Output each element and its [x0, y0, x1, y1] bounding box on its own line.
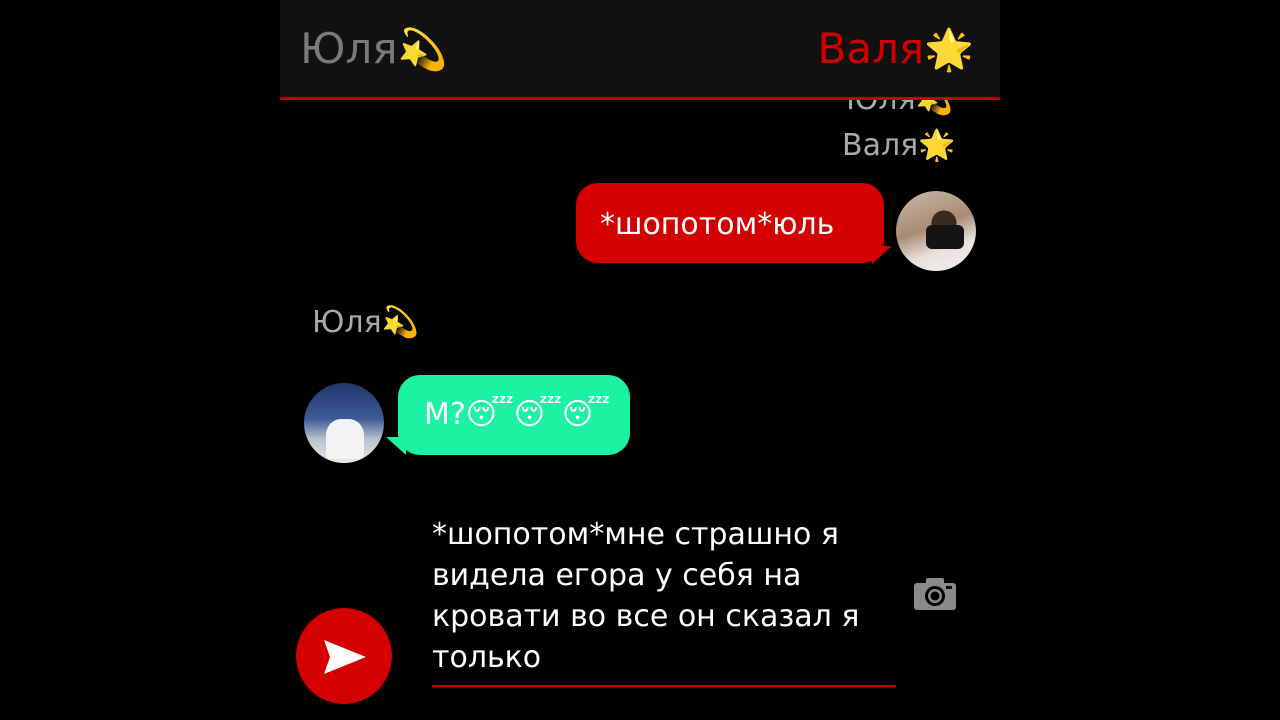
message-text: М?😴😴😴: [424, 397, 611, 432]
avatar-figure: [326, 419, 364, 459]
dizzy-star-icon: 💫: [381, 305, 419, 340]
message-bubble-julia[interactable]: М?😴😴😴: [398, 375, 630, 455]
sender-name: Валя: [842, 128, 919, 163]
avatar-julia[interactable]: [304, 383, 384, 463]
tab-julia[interactable]: Юля💫: [300, 24, 447, 75]
input-underline: [432, 685, 896, 687]
message-bubble-valya[interactable]: *шопотом*юль: [576, 183, 884, 263]
send-arrow-icon: [324, 640, 366, 674]
chat-app: Юля💫 Юля💫 Валя🌟 Валя🌟 *шопотом*юль Юля💫 …: [280, 0, 1000, 720]
avatar-figure: [926, 225, 964, 249]
dizzy-star-icon: 💫: [397, 27, 448, 73]
avatar-valya[interactable]: [896, 191, 976, 271]
sender-name: Юля: [312, 305, 382, 340]
camera-icon[interactable]: [912, 576, 958, 612]
bubble-tail: [872, 246, 892, 264]
sender-label-valya: Валя🌟: [842, 128, 956, 164]
send-button[interactable]: [296, 608, 392, 704]
tab-valya-name: Валя: [817, 24, 925, 73]
tab-julia-name: Юля: [300, 24, 398, 73]
tab-valya[interactable]: Валя🌟: [818, 24, 974, 75]
message-input[interactable]: *шопотом*мне страшно я видела егора у се…: [432, 514, 902, 678]
message-text: *шопотом*юль: [600, 207, 835, 242]
glowing-star-icon: 🌟: [924, 27, 974, 73]
chat-header: Юля💫 Валя🌟: [280, 0, 1000, 100]
glowing-star-icon: 🌟: [918, 128, 956, 163]
sender-label-julia: Юля💫: [312, 305, 419, 341]
